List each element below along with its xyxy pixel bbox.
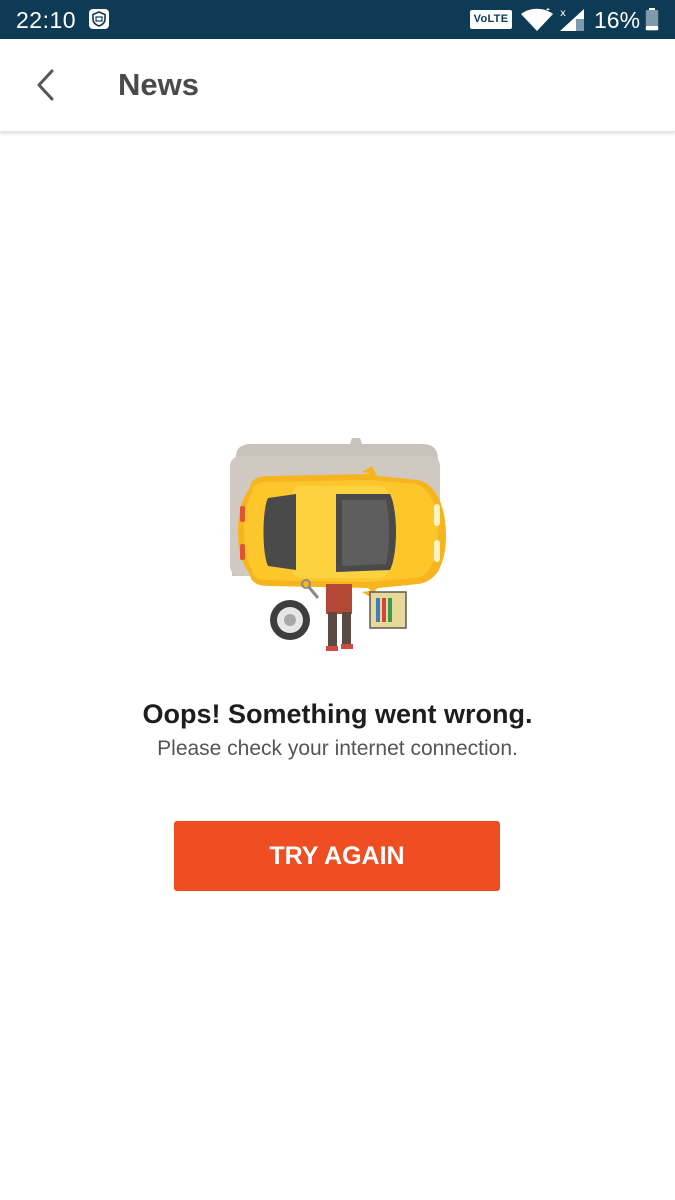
error-title: Oops! Something went wrong. (142, 699, 533, 729)
status-bar: 22:10 VoLTE x 16% (0, 0, 675, 39)
battery-icon (645, 8, 659, 31)
app-bar: News (0, 39, 675, 132)
svg-text:x: x (560, 8, 566, 19)
error-message: Please check your internet connection. (157, 737, 518, 760)
chevron-left-icon (37, 69, 54, 101)
status-time: 22:10 (16, 7, 77, 33)
signal-icon: x (558, 6, 586, 32)
notification-icon (88, 8, 110, 30)
battery-percent: 16% (594, 7, 641, 33)
back-button[interactable] (22, 61, 70, 109)
volte-badge: VoLTE (470, 10, 512, 29)
page-title: News (118, 67, 199, 102)
try-again-button[interactable]: TRY AGAIN (174, 821, 500, 891)
car-repair-illustration (222, 436, 454, 658)
wifi-icon (520, 8, 554, 32)
